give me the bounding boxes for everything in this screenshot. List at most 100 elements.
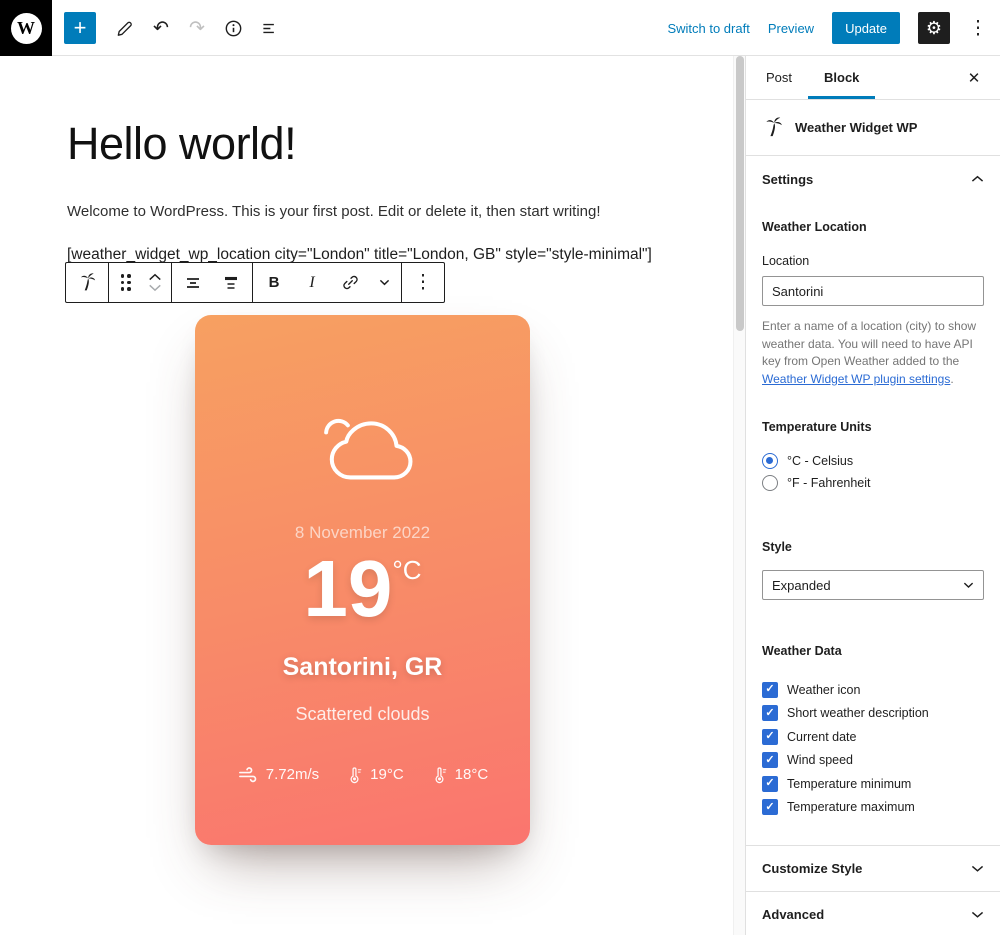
- formatting-group: B I: [253, 263, 402, 302]
- bold-icon: B: [268, 274, 280, 291]
- tab-post[interactable]: Post: [750, 56, 808, 99]
- align-button[interactable]: [174, 263, 212, 302]
- block-options-group: ⋮: [402, 263, 444, 302]
- block-options-button[interactable]: ⋮: [404, 263, 442, 302]
- widget-temperature: 19 °C: [303, 544, 422, 633]
- cloud-icon: [323, 418, 412, 480]
- customize-style-title: Customize Style: [762, 861, 863, 877]
- widget-location: Santorini, GR: [282, 653, 443, 681]
- chevron-up-icon: [971, 175, 984, 182]
- wordpress-logo-button[interactable]: W: [0, 0, 52, 56]
- advanced-panel-header[interactable]: Advanced: [746, 891, 1000, 935]
- move-down-icon: [149, 284, 161, 292]
- chevron-down-icon: [963, 582, 974, 588]
- info-icon: [225, 20, 241, 36]
- location-help-text: Enter a name of a location (city) to sho…: [762, 319, 977, 386]
- selected-block-card: Weather Widget WP: [746, 100, 1000, 156]
- temperature-units-group: °C - Celsius °F - Fahrenheit: [762, 450, 984, 494]
- preview-link[interactable]: Preview: [768, 21, 814, 36]
- weather-block-type-button[interactable]: [68, 263, 106, 302]
- thermometer-max-icon: [435, 767, 446, 784]
- palm-tree-icon: [80, 273, 95, 291]
- undo-button[interactable]: ↶: [144, 10, 178, 46]
- checkbox-icon: ✓: [762, 775, 778, 792]
- kebab-icon: ⋮: [413, 272, 433, 293]
- italic-button[interactable]: I: [293, 263, 331, 302]
- vertical-align-top-icon: [225, 276, 237, 289]
- tab-block[interactable]: Block: [808, 56, 875, 99]
- settings-panel-header[interactable]: Settings: [746, 156, 1000, 202]
- checkbox-label: Weather icon: [787, 682, 861, 697]
- toolbar-right-group: Switch to draft Preview Update ⚙ ⋮: [667, 0, 988, 56]
- settings-sidebar: Post Block ✕ Weather Widget WP Settings …: [745, 56, 1000, 935]
- checkbox-wind-speed[interactable]: ✓ Wind speed: [762, 749, 984, 773]
- location-input[interactable]: [762, 276, 984, 306]
- block-mover[interactable]: [141, 273, 169, 292]
- post-paragraph[interactable]: Welcome to WordPress. This is your first…: [67, 203, 707, 220]
- advanced-title: Advanced: [762, 907, 825, 923]
- scrollbar-thumb[interactable]: [736, 56, 744, 331]
- checkbox-temp-max[interactable]: ✓ Temperature maximum: [762, 796, 984, 820]
- checkbox-label: Temperature minimum: [787, 776, 912, 791]
- list-view-button[interactable]: [252, 10, 286, 46]
- checkbox-current-date[interactable]: ✓ Current date: [762, 725, 984, 749]
- wind-speed-value: 7.72m/s: [265, 766, 320, 783]
- post-title[interactable]: Hello world!: [67, 118, 297, 170]
- checkbox-weather-icon[interactable]: ✓ Weather icon: [762, 678, 984, 702]
- temp-max-value: 18°C: [454, 766, 489, 783]
- vertical-align-button[interactable]: [212, 263, 250, 302]
- editor-canvas: Hello world! Welcome to WordPress. This …: [0, 56, 733, 935]
- settings-panel-title: Settings: [762, 171, 814, 187]
- update-button[interactable]: Update: [832, 12, 900, 44]
- link-button[interactable]: [331, 263, 369, 302]
- redo-icon: ↷: [189, 17, 205, 39]
- widget-date: 8 November 2022: [294, 523, 431, 542]
- chevron-down-icon: [379, 280, 389, 286]
- location-label: Location: [762, 254, 810, 268]
- checkbox-icon: ✓: [762, 799, 778, 816]
- bold-button[interactable]: B: [255, 263, 293, 302]
- checkbox-icon: ✓: [762, 752, 778, 769]
- more-formatting-button[interactable]: [369, 263, 399, 302]
- tools-button[interactable]: [108, 10, 142, 46]
- customize-style-panel-header[interactable]: Customize Style: [746, 845, 1000, 891]
- checkbox-label: Short weather description: [787, 706, 929, 721]
- settings-toggle-button[interactable]: ⚙: [918, 12, 950, 44]
- wind-icon: [238, 767, 257, 783]
- plugin-settings-link[interactable]: Weather Widget WP plugin settings: [762, 372, 950, 386]
- link-icon: [342, 275, 358, 290]
- radio-fahrenheit[interactable]: °F - Fahrenheit: [762, 472, 984, 494]
- alignment-group: [172, 263, 253, 302]
- editor-scrollbar[interactable]: [733, 56, 745, 935]
- radio-icon: [762, 475, 778, 492]
- palm-tree-icon: [766, 117, 782, 137]
- gear-icon: ⚙: [925, 17, 943, 38]
- wind-speed-stat: 7.72m/s: [237, 763, 319, 786]
- weather-location-title: Weather Location: [762, 220, 867, 234]
- drag-handle[interactable]: [111, 263, 141, 302]
- block-mover-group: [109, 263, 172, 302]
- checkbox-short-description[interactable]: ✓ Short weather description: [762, 702, 984, 726]
- checkbox-icon: ✓: [762, 681, 778, 698]
- checkbox-temp-min[interactable]: ✓ Temperature minimum: [762, 772, 984, 796]
- checkbox-icon: ✓: [762, 705, 778, 722]
- switch-to-draft-link[interactable]: Switch to draft: [667, 21, 749, 36]
- radio-label: °C - Celsius: [787, 454, 854, 469]
- details-button[interactable]: [216, 10, 250, 46]
- options-menu-button[interactable]: ⋮: [968, 17, 988, 40]
- widget-description: Scattered clouds: [295, 704, 430, 724]
- temp-min-stat: 19°C: [345, 765, 404, 784]
- radio-celsius[interactable]: °C - Celsius: [762, 450, 984, 472]
- close-sidebar-button[interactable]: ✕: [956, 56, 992, 100]
- redo-button[interactable]: ↷: [180, 10, 214, 46]
- weather-widget-card[interactable]: 8 November 2022 19 °C Santorini, GR Scat…: [195, 315, 530, 845]
- temperature-unit: °C: [392, 555, 422, 585]
- block-type-group: [66, 263, 109, 302]
- close-icon: ✕: [967, 70, 981, 87]
- style-select[interactable]: Expanded: [762, 570, 984, 601]
- plus-icon: +: [73, 15, 87, 40]
- temperature-value: 19: [303, 544, 393, 633]
- add-block-button[interactable]: +: [64, 12, 96, 44]
- drag-dots-icon: [120, 274, 132, 291]
- checkbox-label: Temperature maximum: [787, 800, 915, 815]
